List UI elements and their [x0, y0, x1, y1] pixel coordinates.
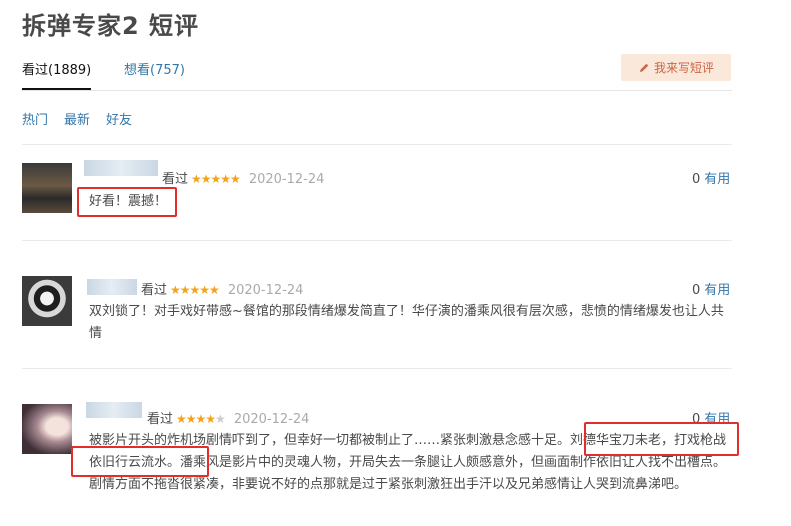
rating-stars: ★★★★★ [170, 283, 220, 297]
page-title: 拆弹专家2 短评 [22, 12, 200, 40]
tab-watched[interactable]: 看过(1889) [22, 59, 91, 78]
useful-vote[interactable]: 0 有用 [692, 168, 730, 187]
filter-latest[interactable]: 最新 [64, 109, 90, 128]
comment-date: 2020-12-24 [248, 172, 325, 187]
useful-vote[interactable]: 0 有用 [692, 279, 730, 298]
comment-date: 2020-12-24 [227, 283, 304, 298]
rating-stars: ★★★★★ [176, 412, 226, 426]
useful-count: 0 [692, 172, 701, 187]
highlight-box [77, 187, 177, 217]
comment-text: 好看！震撼！ [89, 194, 168, 209]
username-blurred[interactable] [87, 279, 137, 295]
useful-count: 0 [692, 283, 701, 298]
rating-stars: ★★★★★ [191, 172, 241, 186]
comment-date: 2020-12-24 [233, 412, 310, 427]
highlight-box [584, 422, 739, 456]
username-blurred[interactable] [86, 402, 142, 418]
pencil-icon [639, 63, 649, 72]
list-divider [22, 368, 732, 369]
list-divider [22, 240, 732, 241]
avatar[interactable] [22, 163, 72, 213]
avatar[interactable] [22, 276, 72, 326]
comment-text: 双刘锁了！对手戏好带感~餐馆的那段情绪爆发简直了！华仔演的潘乘风很有层次感，悲愤… [89, 304, 724, 341]
avatar[interactable] [22, 404, 72, 454]
comment-meta: 看过 ★★★★★ 2020-12-24 [147, 408, 309, 427]
watched-label: 看过 [141, 283, 168, 298]
comment-meta: 看过 ★★★★★ 2020-12-24 [141, 279, 303, 298]
watched-label: 看过 [162, 172, 189, 187]
tab-want-to-watch[interactable]: 想看(757) [124, 59, 185, 78]
write-review-label: 我来写短评 [653, 61, 714, 75]
filter-friends[interactable]: 好友 [106, 109, 132, 128]
list-divider [22, 144, 732, 145]
comment-meta: 看过 ★★★★★ 2020-12-24 [162, 168, 324, 187]
username-blurred[interactable] [84, 160, 158, 176]
watched-label: 看过 [147, 412, 174, 427]
filter-hot[interactable]: 热门 [22, 109, 48, 128]
header-divider [22, 90, 732, 91]
useful-label[interactable]: 有用 [704, 283, 730, 298]
highlight-box [71, 446, 209, 477]
useful-label[interactable]: 有用 [704, 172, 730, 187]
write-review-button[interactable]: 我来写短评 [621, 54, 731, 81]
